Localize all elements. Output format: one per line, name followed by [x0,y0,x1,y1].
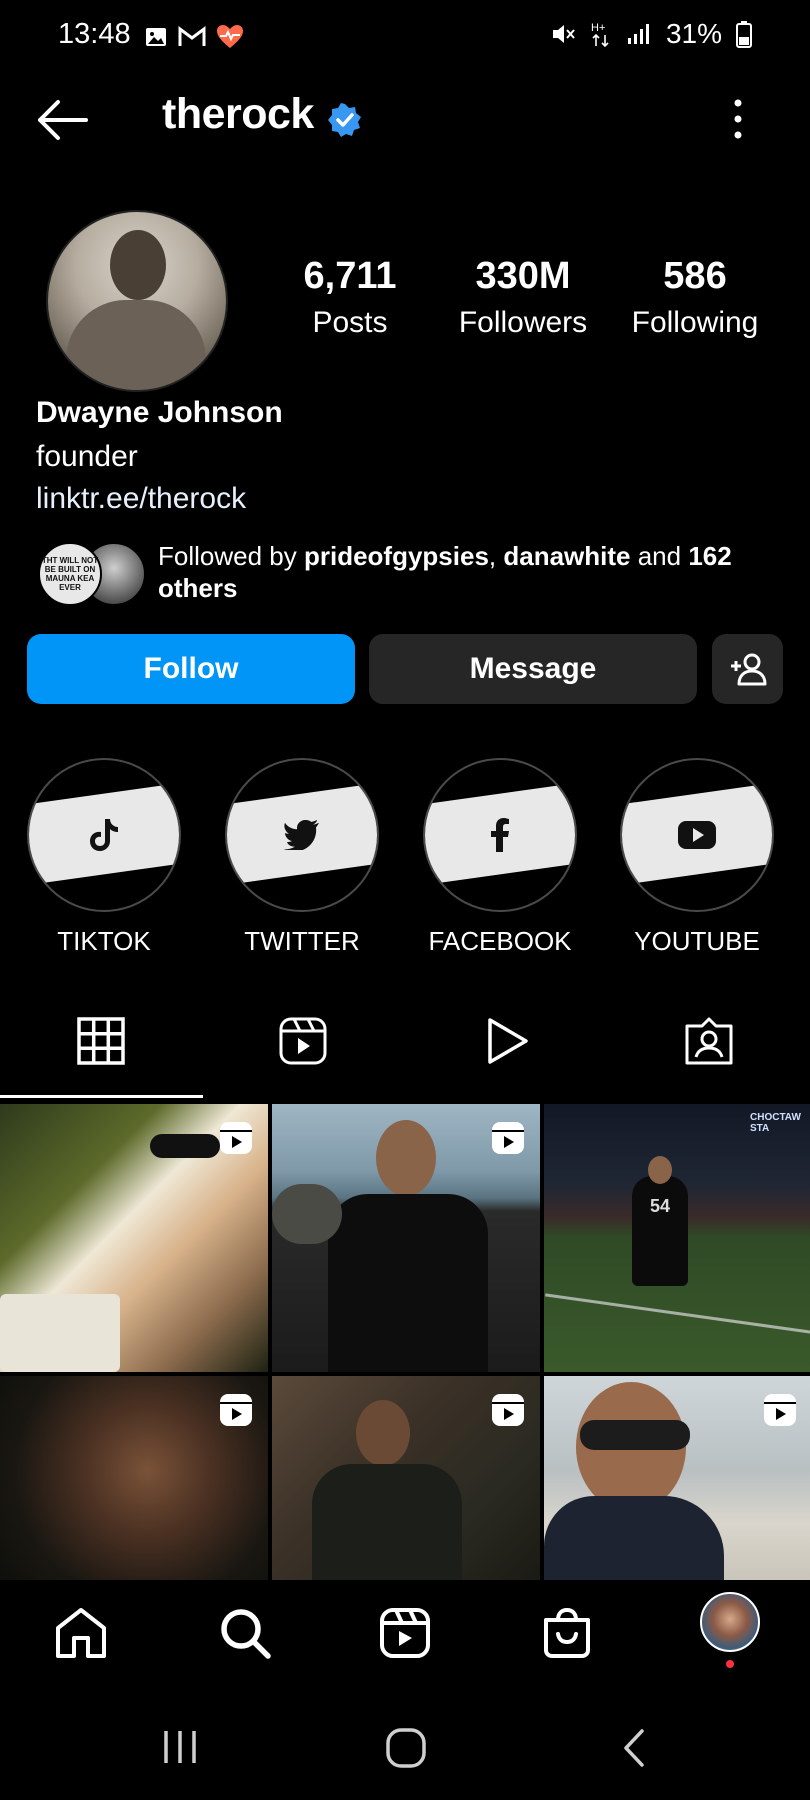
status-bar: 13:48 H+ 31% [0,14,810,54]
highlight-facebook-label: FACEBOOK [428,926,572,956]
reels-icon[interactable] [278,1016,328,1066]
profile-link[interactable]: linktr.ee/therock [36,482,246,516]
stat-following-value: 586 [663,255,727,297]
mutual-follower-avatar-1: THT WILL NOT BE BUILT ON MAUNA KEA EVER [38,542,102,606]
stat-posts-label: Posts [312,306,388,339]
post-tile[interactable] [272,1104,540,1372]
stat-following-label: Following [631,306,759,339]
post-tile[interactable] [544,1376,810,1586]
back-button-icon[interactable] [618,1727,648,1769]
highlight-youtube-label: YOUTUBE [634,926,760,956]
shop-icon[interactable] [540,1606,594,1660]
stat-followers-label: Followers [458,306,588,339]
highlight-tiktok[interactable]: TIKTOK [27,758,181,957]
highlight-youtube-cover [620,758,774,912]
add-person-icon [730,653,766,686]
back-arrow-icon[interactable] [32,96,92,144]
profile-full-name: Dwayne Johnson [36,396,283,429]
facebook-icon [491,818,509,852]
stat-followers[interactable]: 330M Followers [448,255,598,340]
tagged-icon[interactable] [684,1016,734,1066]
youtube-icon [678,821,716,849]
post-tile[interactable] [0,1104,268,1372]
highlight-twitter-label: TWITTER [244,926,360,956]
followed-by-sep: , [488,541,504,571]
stat-posts[interactable]: 6,711 Posts [282,255,418,340]
verified-badge-icon [328,103,361,137]
highlight-facebook-cover [423,758,577,912]
followed-by-text[interactable]: Followed by prideofgypsies, danawhite an… [158,540,768,604]
health-icon [217,25,243,48]
profile-avatar[interactable] [46,210,228,392]
stat-following[interactable]: 586 Following [620,255,770,340]
highlight-youtube[interactable]: YOUTUBE [620,758,774,957]
highlight-twitter-cover [225,758,379,912]
post-tile[interactable] [0,1376,268,1586]
mute-icon [552,25,575,43]
status-system-icons: H+ 31% [550,18,752,50]
highlight-tiktok-cover [27,758,181,912]
battery-icon [736,21,752,48]
tiktok-icon [90,819,118,851]
home-icon[interactable] [54,1606,108,1660]
highlight-tiktok-label: TIKTOK [57,926,151,956]
stat-followers-value: 330M [475,255,571,297]
post-tile[interactable] [272,1376,540,1586]
stadium-sign: CHOCTAW STA [750,1112,801,1134]
reels-icon [764,1394,796,1426]
twitter-icon [284,820,319,850]
stat-posts-value: 6,711 [303,255,397,297]
reels-icon [492,1122,524,1154]
highlight-facebook[interactable]: FACEBOOK [423,758,577,957]
battery-percent: 31% [665,18,722,49]
gallery-icon [146,28,166,46]
hplus-data-icon: H+ [591,22,609,48]
gmail-icon [178,26,206,46]
follow-button[interactable]: Follow [27,634,355,704]
notification-dot [726,1660,734,1668]
reels-icon[interactable] [378,1606,432,1660]
jersey-number: 54 [650,1196,671,1216]
followed-by-prefix: Followed by [158,541,304,571]
suggested-users-button[interactable] [712,634,783,704]
status-notification-icons [144,24,244,50]
reels-icon [220,1122,252,1154]
mutual-avatar-text: THT WILL NOT BE BUILT ON MAUNA KEA EVER [41,556,99,592]
followed-by-mid: and [630,541,689,571]
svg-text:H+: H+ [591,22,605,34]
home-button-icon[interactable] [385,1727,427,1769]
search-icon[interactable] [218,1606,272,1660]
followed-by-user-1[interactable]: prideofgypsies [304,541,489,571]
system-navigation-bar [0,1715,810,1785]
grid-icon[interactable] [76,1016,126,1066]
profile-username: therock [162,90,314,138]
reels-icon [492,1394,524,1426]
message-button[interactable]: Message [369,634,697,704]
status-time: 13:48 [58,18,131,50]
profile-bio: founder [36,440,138,473]
followed-by-user-2[interactable]: danawhite [503,541,630,571]
post-tile[interactable]: 54 CHOCTAW STA [544,1104,810,1372]
highlight-twitter[interactable]: TWITTER [225,758,379,957]
recent-apps-icon[interactable] [160,1727,200,1767]
video-icon[interactable] [482,1016,532,1066]
profile-avatar-nav[interactable] [700,1592,760,1652]
more-options-icon[interactable] [722,97,754,141]
signal-icon [627,24,649,44]
bottom-navigation [0,1580,810,1690]
active-tab-indicator [0,1095,203,1098]
reels-icon [220,1394,252,1426]
